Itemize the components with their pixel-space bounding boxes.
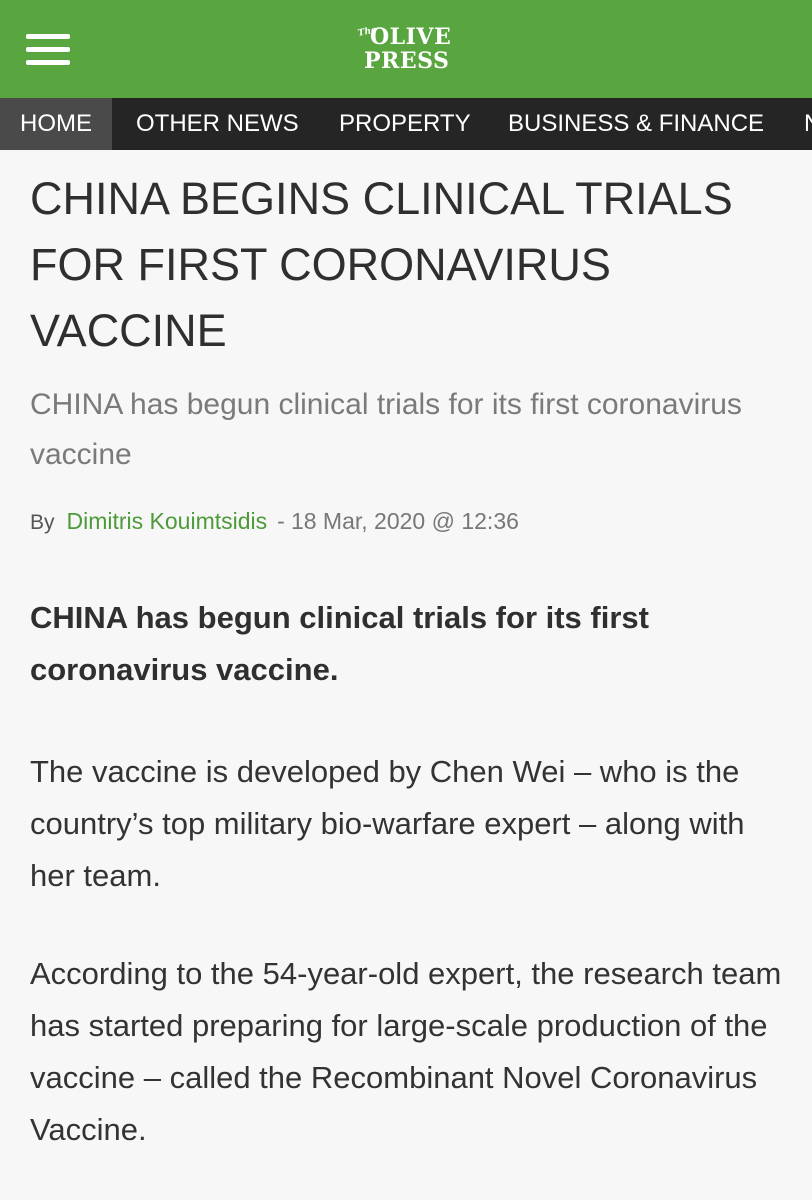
publish-date: 18 Mar, 2020 @ 12:36 xyxy=(290,508,519,534)
logo-the: The xyxy=(357,25,378,39)
article-byline: By Dimitris Kouimtsidis - 18 Mar, 2020 @ 1… xyxy=(30,500,519,538)
article-lead: CHINA has begun clinical trials for its … xyxy=(30,600,649,687)
author-link[interactable]: Dimitris Kouimtsidis xyxy=(67,508,268,534)
article-paragraph: The vaccine is developed by Chen Wei – w… xyxy=(30,754,745,893)
nav-item-home[interactable]: HOME xyxy=(0,98,112,150)
nav-item-overflow[interactable]: N xyxy=(804,98,812,150)
nav-item-other-news[interactable]: OTHER NEWS xyxy=(136,98,299,150)
article-subtitle: CHINA has begun clinical trials for its … xyxy=(30,388,742,471)
article-paragraph: According to the 54-year-old expert, the… xyxy=(30,956,782,1147)
hamburger-line xyxy=(26,34,70,39)
main-nav: HOME OTHER NEWS PROPERTY BUSINESS & FINA… xyxy=(0,98,812,150)
logo-press: PRESS xyxy=(364,48,450,74)
nav-item-business-finance[interactable]: BUSINESS & FINANCE xyxy=(508,98,764,150)
logo-olive: OLIVE xyxy=(370,24,452,50)
site-logo[interactable]: The OLIVE PRESS xyxy=(356,24,466,76)
hamburger-line xyxy=(26,60,70,65)
nav-item-property[interactable]: PROPERTY xyxy=(339,98,471,150)
byline-by-label: By xyxy=(30,511,55,534)
hamburger-menu-icon[interactable] xyxy=(26,32,72,68)
byline-separator: - xyxy=(277,508,285,534)
hamburger-line xyxy=(26,47,70,52)
site-header: The OLIVE PRESS xyxy=(0,0,812,98)
article-title: CHINA BEGINS CLINICAL TRIALS FOR FIRST C… xyxy=(30,173,733,356)
